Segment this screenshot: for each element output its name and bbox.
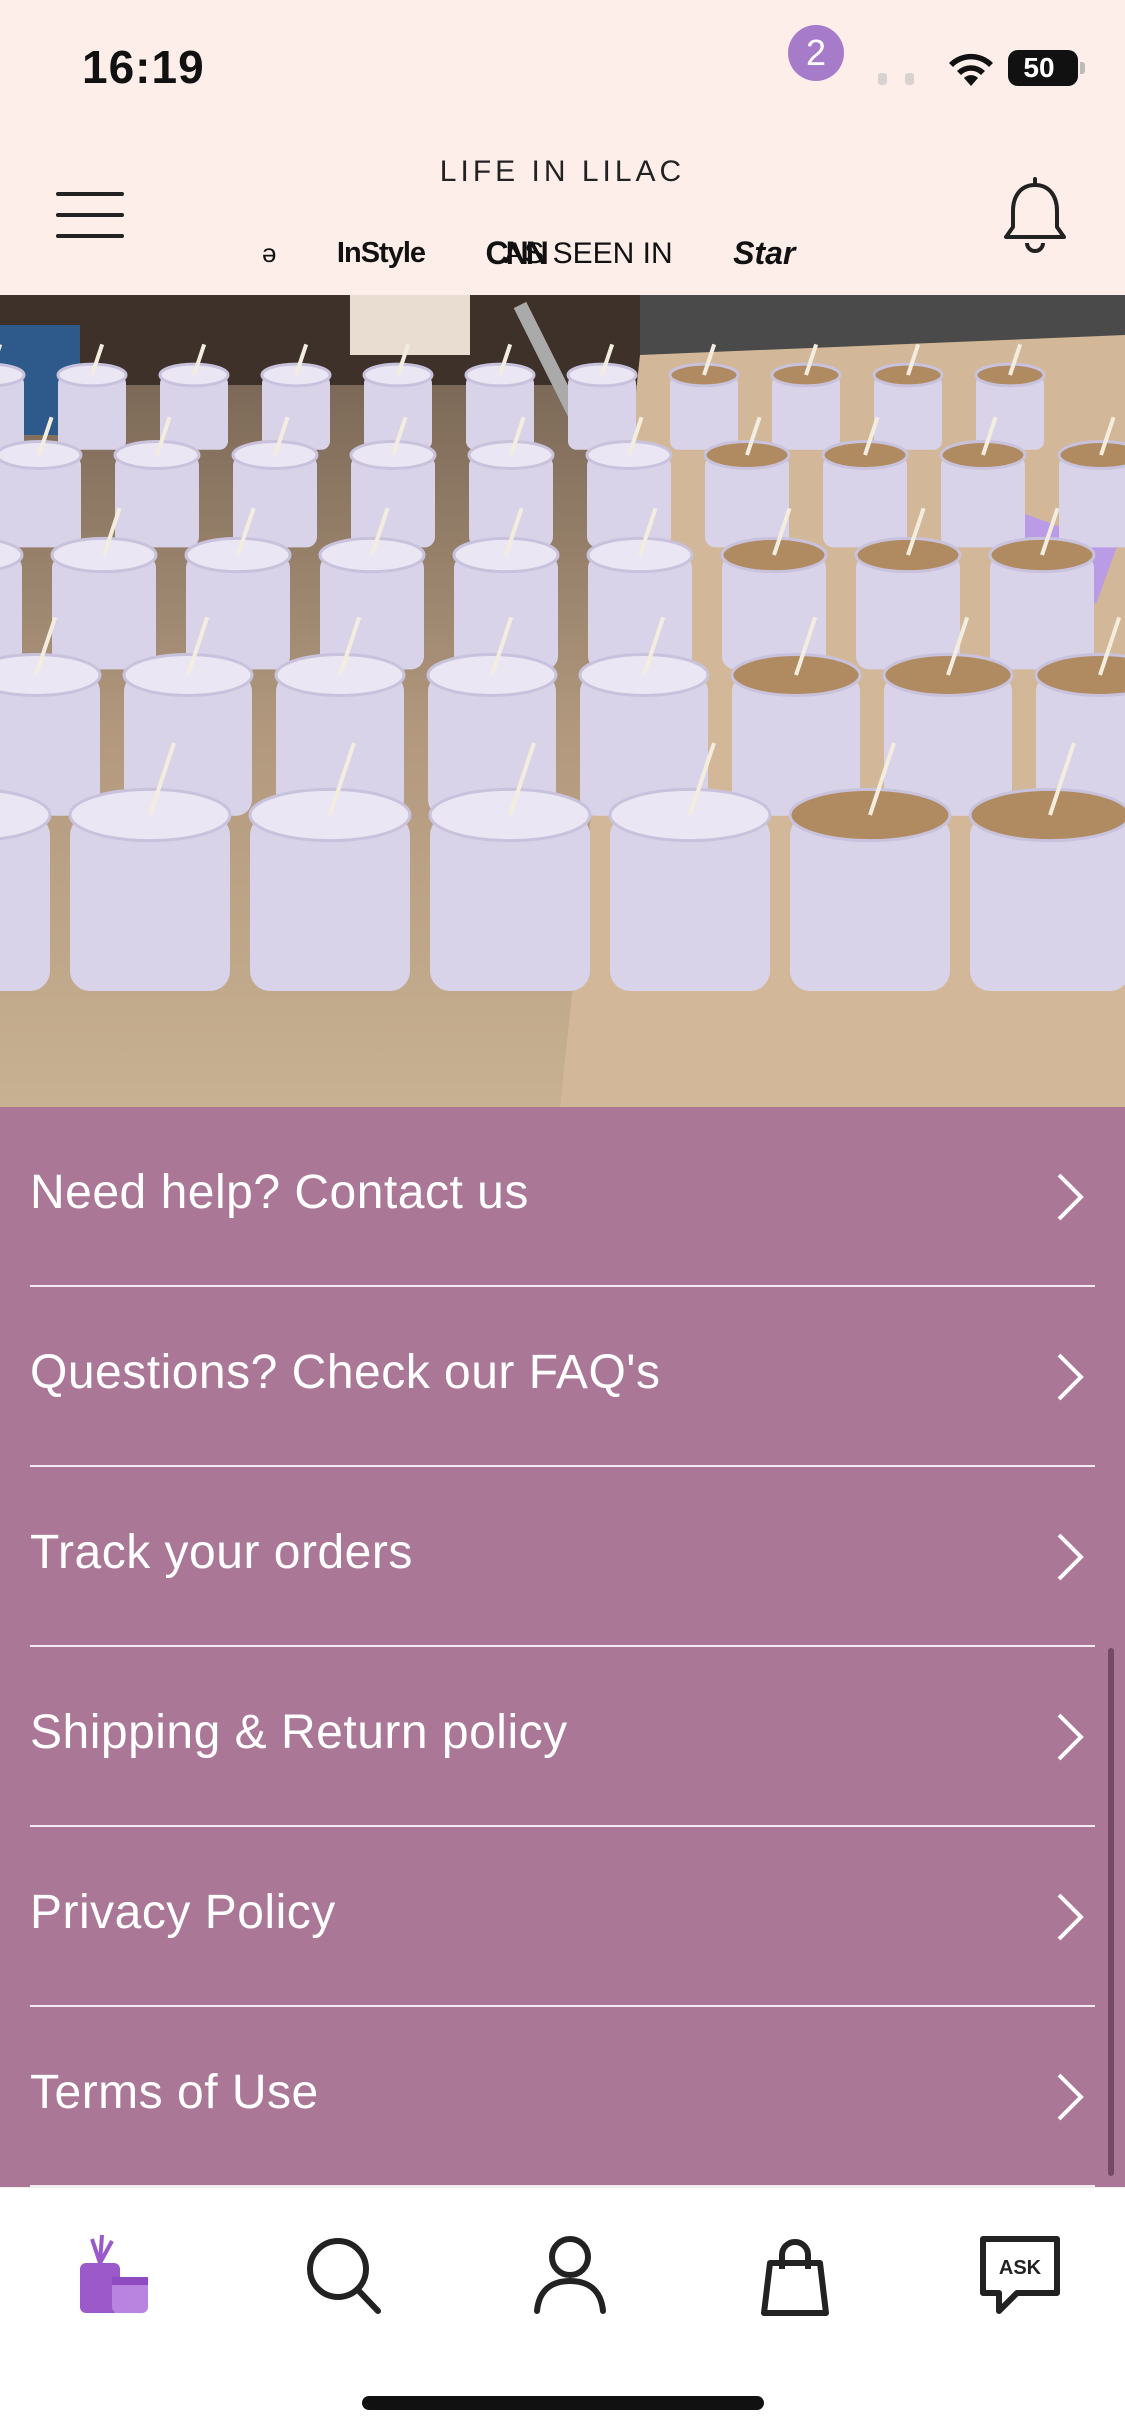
support-links-list: Need help? Contact us Questions? Check o… — [0, 1107, 1125, 2187]
candle-cup-rim — [968, 787, 1125, 843]
chevron-right-icon — [1057, 2073, 1084, 2121]
bell-icon[interactable] — [1000, 177, 1070, 257]
ask-label: ASK — [999, 2257, 1042, 2279]
chevron-right-icon — [1057, 1173, 1084, 1221]
press-logo-star: Star — [733, 235, 796, 271]
chevron-right-icon — [1057, 1353, 1084, 1401]
status-time: 16:19 — [82, 41, 205, 93]
tab-account[interactable] — [505, 2229, 625, 2339]
cart-count-badge: 2 — [788, 25, 844, 81]
candle-cup — [0, 555, 22, 670]
press-logo-instyle: InStyle — [336, 237, 426, 269]
wifi-icon — [949, 53, 993, 86]
press-logos-strip: ə InStyle CNN AS SEEN IN Star — [262, 235, 902, 285]
link-label: Questions? Check our FAQ's — [30, 1346, 661, 1399]
privacy-policy-link[interactable]: Privacy Policy — [30, 1827, 1095, 2007]
terms-of-use-link[interactable]: Terms of Use — [30, 2007, 1095, 2187]
menu-icon[interactable] — [56, 192, 124, 238]
candle-cup-rim — [1057, 440, 1125, 470]
tab-cart[interactable] — [730, 2229, 850, 2339]
candles-home-icon — [80, 2234, 148, 2313]
chevron-right-icon — [1057, 1533, 1084, 1581]
cellular-signal-icon — [878, 72, 932, 90]
ask-chat-icon: ASK — [980, 2236, 1060, 2314]
faq-link[interactable]: Questions? Check our FAQ's — [30, 1287, 1095, 1467]
hero-candle-production-image — [0, 295, 1125, 1107]
link-label: Need help? Contact us — [30, 1166, 529, 1219]
battery-icon: 50 — [1008, 50, 1085, 86]
press-logo-partial: ə — [262, 238, 277, 268]
candle-production-photo — [0, 295, 1125, 1107]
brand-title: LIFE IN LILAC — [439, 155, 686, 188]
candle-cup-rim — [0, 653, 102, 697]
candle-cup — [0, 815, 50, 991]
account-icon — [534, 2236, 606, 2314]
chevron-right-icon — [1057, 1893, 1084, 1941]
battery-level: 50 — [1023, 52, 1055, 83]
as-seen-in-label: AS SEEN IN — [504, 236, 673, 270]
link-label: Privacy Policy — [30, 1886, 336, 1939]
contact-us-link[interactable]: Need help? Contact us — [30, 1107, 1095, 1287]
scrollbar[interactable] — [1108, 1648, 1114, 2176]
tab-ask[interactable]: ASK — [955, 2229, 1075, 2339]
tab-home[interactable] — [52, 2229, 172, 2339]
search-icon — [307, 2238, 381, 2314]
cart-icon — [761, 2239, 829, 2316]
link-label: Track your orders — [30, 1526, 413, 1579]
shipping-return-policy-link[interactable]: Shipping & Return policy — [30, 1647, 1095, 1827]
track-orders-link[interactable]: Track your orders — [30, 1467, 1095, 1647]
chevron-right-icon — [1057, 1713, 1084, 1761]
tab-search[interactable] — [280, 2229, 400, 2339]
home-indicator — [362, 2396, 764, 2410]
link-label: Shipping & Return policy — [30, 1706, 568, 1759]
status-bar: 16:19 50 — [0, 0, 1125, 135]
app-header: LIFE IN LILAC ə InStyle CNN AS SEEN IN S… — [0, 135, 1125, 295]
link-label: Terms of Use — [30, 2066, 319, 2119]
